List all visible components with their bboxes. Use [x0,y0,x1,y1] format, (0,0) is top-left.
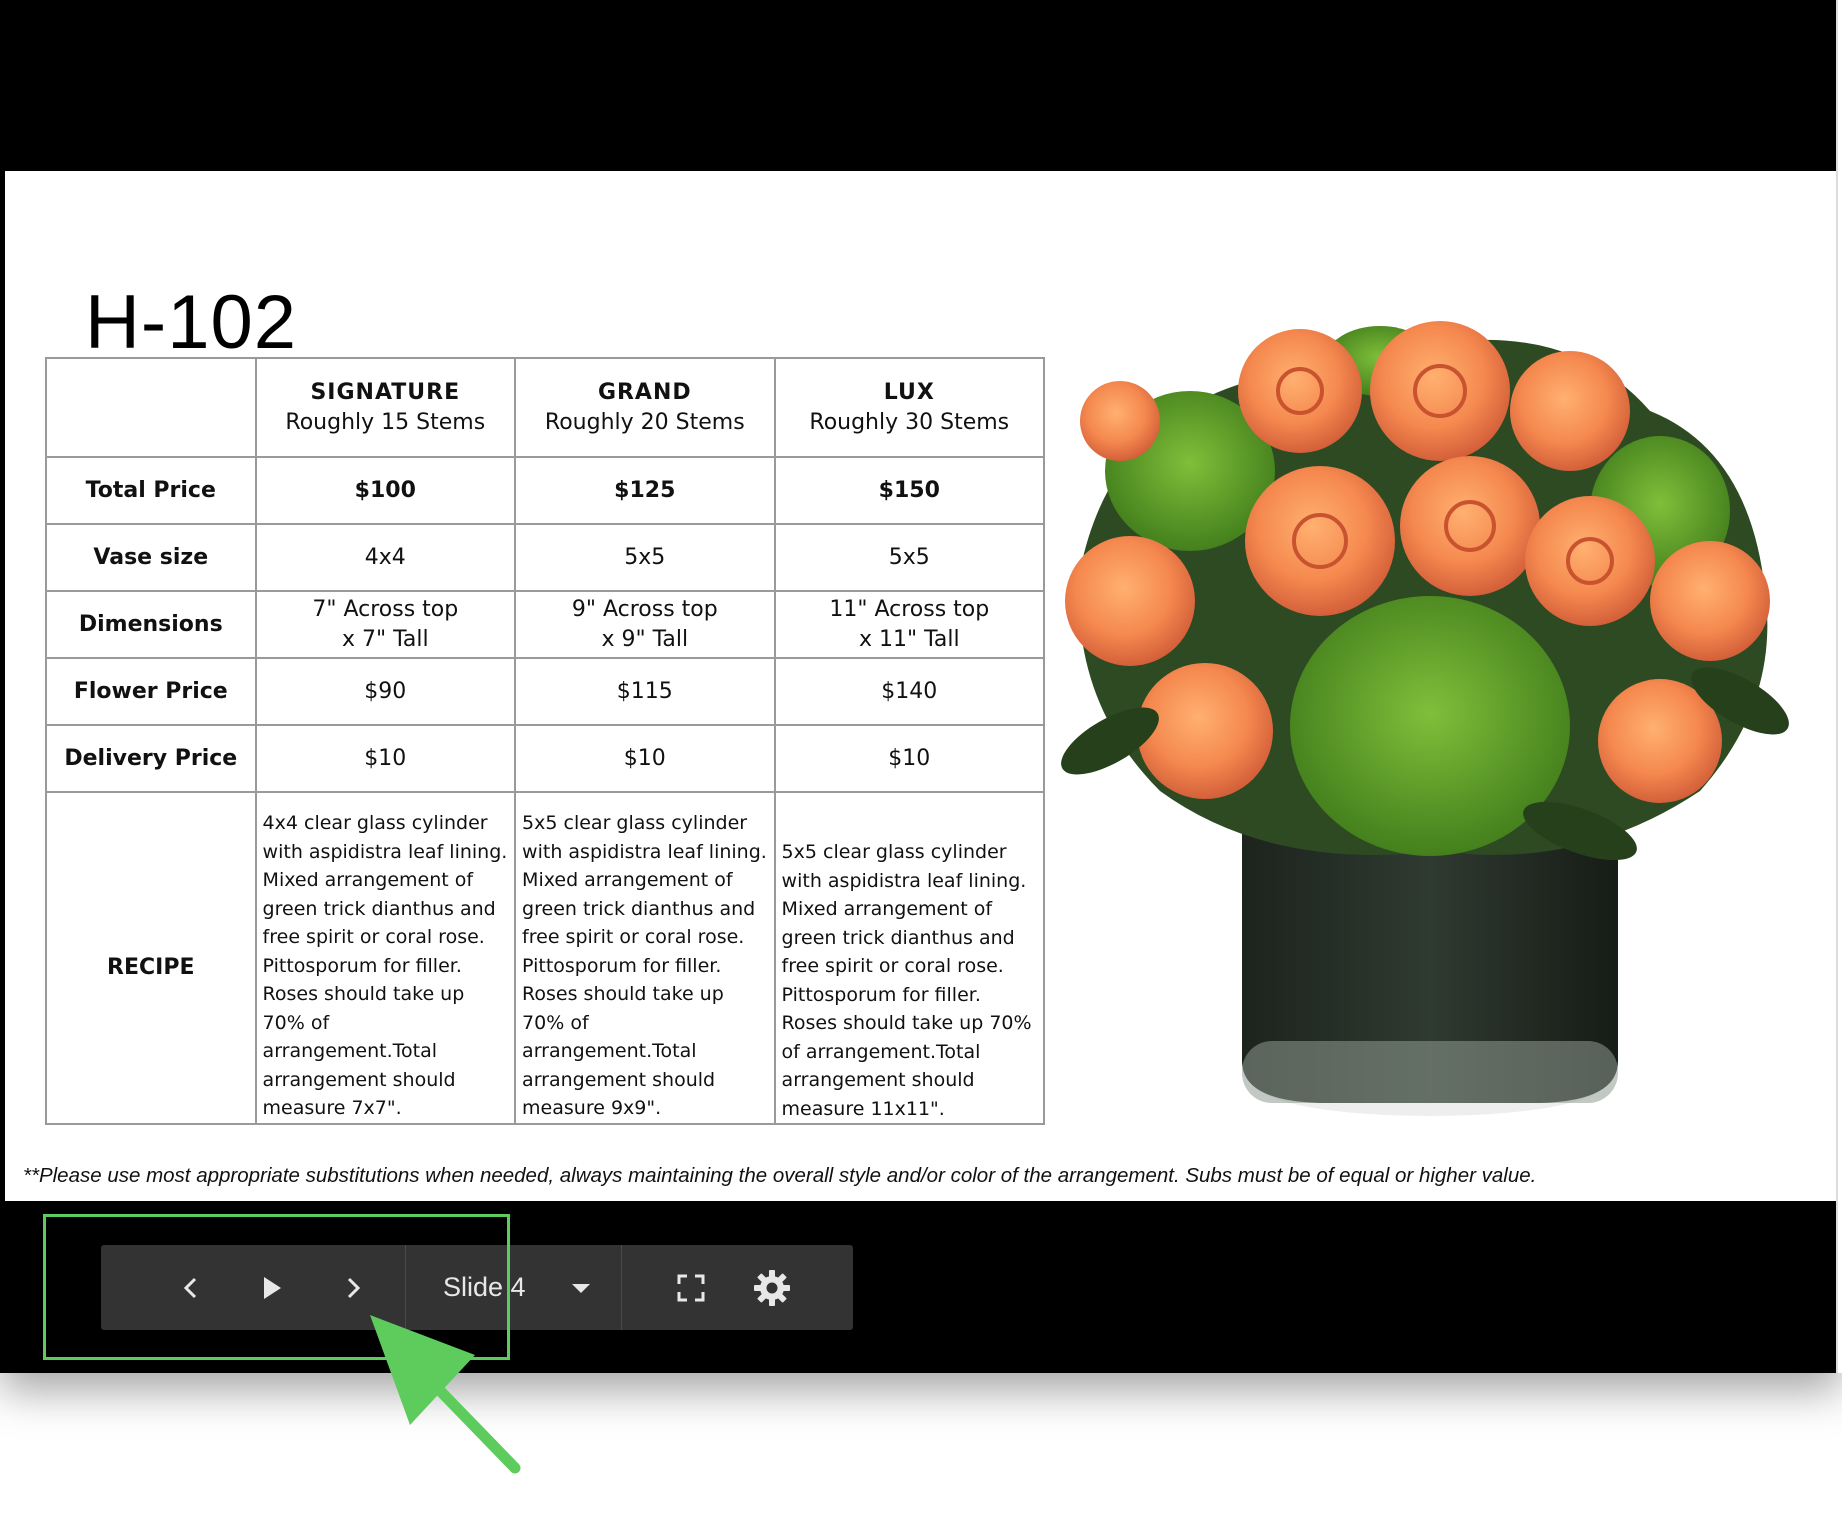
table-cell: $140 [773,657,1046,726]
table-cell: $125 [514,456,776,525]
table-cell: 5x5 [514,523,776,592]
table-cell: $10 [773,724,1046,793]
tier-name: LUX [883,379,935,405]
table-cell: 4x4 [254,523,517,592]
table-cell: 5x5 [773,523,1046,592]
settings-button[interactable] [739,1245,804,1330]
slide-canvas: H-102 SIGNATURE Roughly 15 Stems GRAND Rou… [5,171,1836,1201]
tier-stems: Roughly 30 Stems [809,409,1010,435]
table-header-row: SIGNATURE Roughly 15 Stems GRAND Roughly 2… [45,357,1046,458]
recipe-text: 5x5 clear glass cylinder with aspidistra… [522,812,767,1120]
window-edge [1836,0,1842,1373]
toolbar-divider [621,1245,622,1330]
substitution-note: **Please use most appropriate substituti… [23,1164,1537,1187]
fullscreen-icon [677,1274,705,1301]
row-label-flower-price: Flower Price [45,657,257,726]
header-lux: LUX Roughly 30 Stems [773,357,1046,458]
slide-select-dropdown[interactable] [553,1245,608,1330]
recipe-text: 5x5 clear glass cylinder with aspidistra… [781,841,1032,1120]
table-row: Flower Price $90 $115 $140 [45,657,1046,726]
table-cell: 5x5 clear glass cylinder with aspidistra… [514,791,776,1125]
flower-arrangement-image [1061,321,1789,1116]
table-cell: $10 [254,724,517,793]
tier-stems: Roughly 15 Stems [285,409,486,435]
row-label-recipe: RECIPE [45,791,257,1125]
table-cell: $90 [254,657,517,726]
table-cell: 11" Across top x 11" Tall [773,590,1046,659]
row-label-total-price: Total Price [45,456,257,525]
table-row: RECIPE 4x4 clear glass cylinder with asp… [45,791,1046,1125]
table-cell: $100 [254,456,517,525]
recipe-text: 4x4 clear glass cylinder with aspidistra… [262,812,508,1120]
table-cell: 9" Across top x 9" Tall [514,590,776,659]
table-cell: $115 [514,657,776,726]
table-row: Vase size 4x4 5x5 5x5 [45,523,1046,592]
dimension-line: x 11" Tall [858,626,960,652]
table-row: Dimensions 7" Across top x 7" Tall 9" Acr… [45,590,1046,659]
tier-name: GRAND [597,379,692,405]
header-empty-cell [45,357,257,458]
slide-title: H-102 [85,280,297,365]
header-grand: GRAND Roughly 20 Stems [514,357,776,458]
table-cell: 4x4 clear glass cylinder with aspidistra… [254,791,517,1125]
dimension-line: 11" Across top [829,596,990,622]
header-signature: SIGNATURE Roughly 15 Stems [254,357,517,458]
tier-stems: Roughly 20 Stems [544,409,745,435]
dimension-line: x 9" Tall [601,626,689,652]
pricing-table: SIGNATURE Roughly 15 Stems GRAND Roughly 2… [45,357,1046,1125]
gear-icon [753,1269,790,1306]
row-label-vase-size: Vase size [45,523,257,592]
row-label-delivery-price: Delivery Price [45,724,257,793]
dimension-line: 7" Across top [312,596,459,622]
fullscreen-button[interactable] [661,1245,721,1330]
table-cell: $10 [514,724,776,793]
row-label-dimensions: Dimensions [45,590,257,659]
dropdown-arrow-icon [571,1283,590,1293]
dimension-line: 9" Across top [571,596,718,622]
dimension-line: x 7" Tall [341,626,429,652]
table-row: Delivery Price $10 $10 $10 [45,724,1046,793]
table-cell: $150 [773,456,1046,525]
table-row: Total Price $100 $125 $150 [45,456,1046,525]
presentation-frame: H-102 SIGNATURE Roughly 15 Stems GRAND Rou… [0,0,1842,1373]
pointer-arrow-icon [370,1315,521,1474]
table-cell: 5x5 clear glass cylinder with aspidistra… [773,791,1046,1125]
tier-name: SIGNATURE [310,379,461,405]
table-cell: 7" Across top x 7" Tall [254,590,517,659]
